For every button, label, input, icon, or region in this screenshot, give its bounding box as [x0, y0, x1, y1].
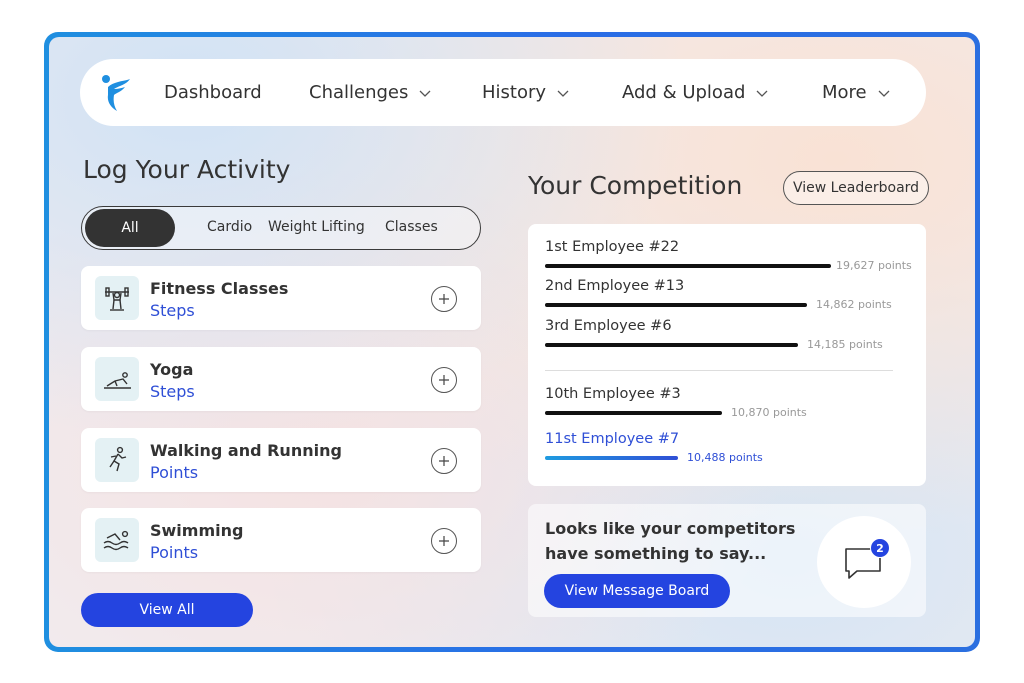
view-all-button[interactable]: View All — [81, 593, 253, 627]
rank-name: 10th Employee #3 — [545, 386, 681, 402]
rank-name: 1st Employee #22 — [545, 239, 680, 255]
rank-points: 14,862 points — [816, 298, 892, 311]
plus-icon — [439, 456, 449, 466]
activity-unit: Steps — [150, 301, 195, 320]
activity-name: Yoga — [150, 360, 194, 379]
add-activity-button[interactable] — [431, 448, 457, 474]
swimming-icon — [95, 518, 139, 562]
activity-name: Walking and Running — [150, 441, 342, 460]
rank-bar — [545, 343, 798, 347]
rank-name: 11st Employee #7 — [545, 431, 680, 447]
nav-add-upload[interactable]: Add & Upload — [622, 59, 769, 126]
nav-dashboard[interactable]: Dashboard — [164, 59, 262, 126]
chevron-down-icon — [557, 90, 569, 97]
view-message-board-button[interactable]: View Message Board — [544, 574, 730, 608]
add-activity-button[interactable] — [431, 286, 457, 312]
app-frame: Dashboard Challenges History Add & Uploa… — [44, 32, 980, 652]
chevron-down-icon — [756, 90, 768, 97]
plus-icon — [439, 375, 449, 385]
view-leaderboard-button[interactable]: View Leaderboard — [783, 171, 929, 205]
divider — [545, 370, 893, 371]
nav-history[interactable]: History — [482, 59, 570, 126]
rank-bar — [545, 456, 678, 460]
nav-more[interactable]: More — [822, 59, 891, 126]
filter-all-tab[interactable]: All — [85, 209, 175, 247]
activity-card-fitness-classes[interactable]: Fitness Classes Steps — [81, 266, 481, 330]
nav-dashboard-label: Dashboard — [164, 82, 262, 103]
plus-icon — [439, 536, 449, 546]
nav-more-label: More — [822, 82, 867, 103]
activity-unit: Steps — [150, 382, 195, 401]
chevron-down-icon — [878, 90, 890, 97]
plus-icon — [439, 294, 449, 304]
competition-card: 1st Employee #22 19,627 points 2nd Emplo… — [528, 224, 926, 486]
activity-card-walking-running[interactable]: Walking and Running Points — [81, 428, 481, 492]
message-prompt: Looks like your competitors have somethi… — [545, 519, 796, 563]
rank-points: 10,488 points — [687, 451, 763, 464]
activity-unit: Points — [150, 543, 199, 562]
nav-history-label: History — [482, 82, 547, 103]
competition-title: Your Competition — [528, 171, 743, 200]
chevron-down-icon — [419, 90, 431, 97]
top-nav: Dashboard Challenges History Add & Uploa… — [80, 59, 926, 126]
nav-add-upload-label: Add & Upload — [622, 82, 746, 103]
nav-challenges-label: Challenges — [309, 82, 409, 103]
activity-name: Swimming — [150, 521, 244, 540]
rank-name: 2nd Employee #13 — [545, 278, 685, 294]
rank-points: 19,627 points — [836, 259, 912, 272]
rank-bar — [545, 264, 831, 268]
activity-card-swimming[interactable]: Swimming Points — [81, 508, 481, 572]
message-board-card: Looks like your competitors have somethi… — [528, 504, 926, 617]
rank-name: 3rd Employee #6 — [545, 318, 672, 334]
fitness-class-icon — [95, 276, 139, 320]
app-screen: Dashboard Challenges History Add & Uploa… — [49, 37, 975, 647]
unread-badge: 2 — [870, 538, 890, 558]
add-activity-button[interactable] — [431, 528, 457, 554]
rank-bar — [545, 411, 722, 415]
activity-name: Fitness Classes — [150, 279, 289, 298]
activity-card-yoga[interactable]: Yoga Steps — [81, 347, 481, 411]
brand-logo-icon[interactable] — [100, 73, 132, 113]
log-activity-title: Log Your Activity — [83, 155, 291, 184]
rank-points: 14,185 points — [807, 338, 883, 351]
add-activity-button[interactable] — [431, 367, 457, 393]
yoga-icon — [95, 357, 139, 401]
filter-classes-tab[interactable]: Classes — [385, 219, 438, 235]
filter-cardio-tab[interactable]: Cardio — [207, 219, 252, 235]
activity-filter: All Cardio Weight Lifting Classes — [81, 206, 481, 250]
rank-bar — [545, 303, 807, 307]
rank-points: 10,870 points — [731, 406, 807, 419]
nav-challenges[interactable]: Challenges — [309, 59, 432, 126]
running-icon — [95, 438, 139, 482]
message-bubble[interactable]: 2 — [817, 516, 911, 608]
activity-unit: Points — [150, 463, 199, 482]
filter-weight-lifting-tab[interactable]: Weight Lifting — [268, 219, 365, 235]
